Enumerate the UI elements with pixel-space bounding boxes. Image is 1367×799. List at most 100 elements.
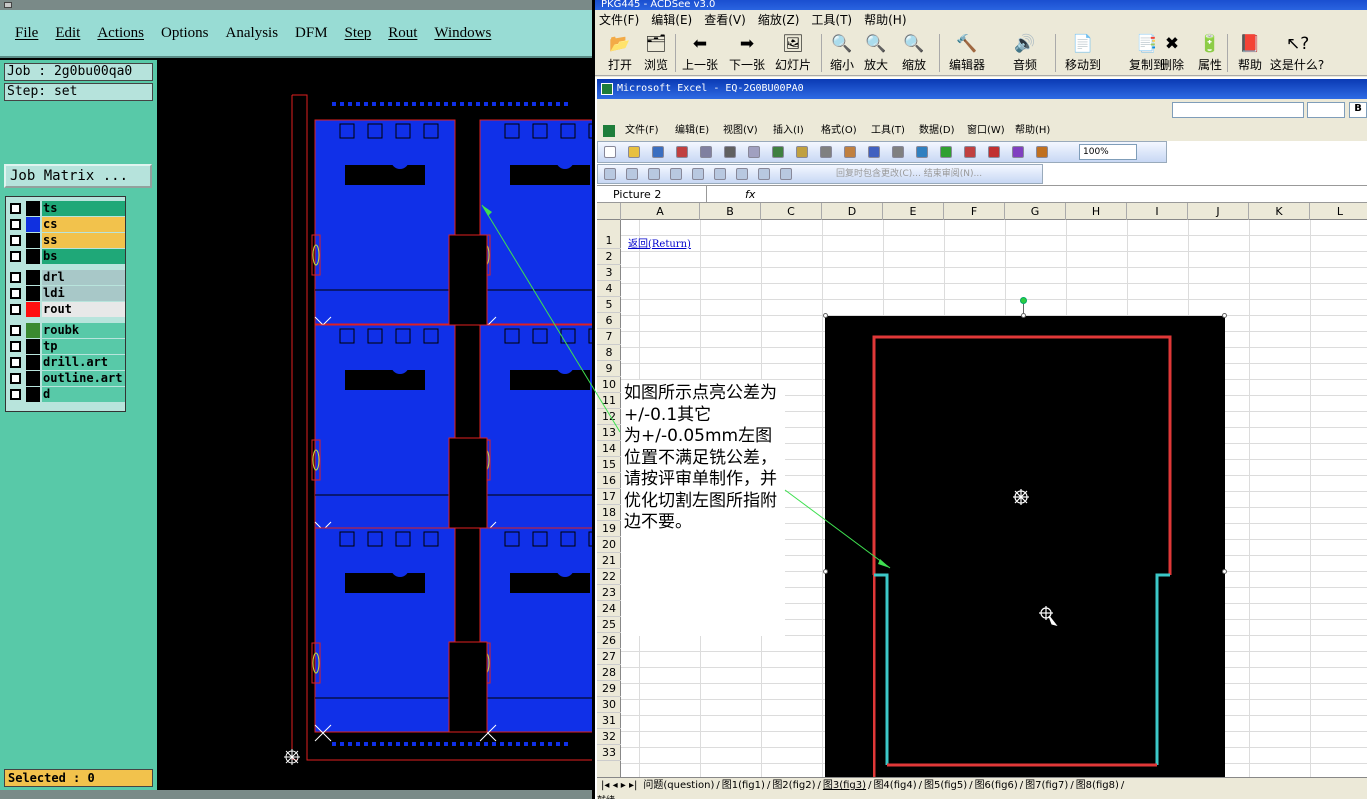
acd-menu-item[interactable]: 缩放(Z)	[758, 10, 800, 30]
layer-row-ldi[interactable]: ldi	[7, 286, 125, 301]
select-all-corner[interactable]	[597, 203, 621, 220]
job-matrix-button[interactable]: Job Matrix ...	[4, 164, 152, 188]
column-header[interactable]: J	[1188, 203, 1249, 220]
resize-handle[interactable]	[1222, 569, 1227, 574]
zoom-button[interactable]: 🔍 缩放	[897, 34, 931, 76]
sheet-tab[interactable]: 图2(fig2)	[770, 778, 817, 793]
excel-menu-item[interactable]: 格式(O)	[821, 121, 857, 141]
properties-button[interactable]: 🔋 属性	[1195, 34, 1225, 76]
sheet-tab[interactable]: 图3(fig3)	[821, 778, 868, 793]
review-icon[interactable]	[780, 168, 792, 180]
layer-checkbox[interactable]	[10, 219, 21, 230]
row-header[interactable]: 10	[597, 377, 621, 393]
toolbar-icon[interactable]	[820, 146, 832, 158]
row-header[interactable]: 16	[597, 473, 621, 489]
acd-menu-item[interactable]: 文件(F)	[599, 10, 639, 30]
row-header[interactable]: 32	[597, 729, 621, 745]
row-header[interactable]: 18	[597, 505, 621, 521]
column-header[interactable]: G	[1005, 203, 1066, 220]
menu-options[interactable]: Options	[161, 25, 209, 42]
excel-menu-item[interactable]: 插入(I)	[773, 121, 804, 141]
delete-button[interactable]: ✖ 删除	[1157, 34, 1187, 76]
bold-button[interactable]: B	[1349, 102, 1367, 118]
column-header[interactable]: H	[1066, 203, 1127, 220]
column-header[interactable]: B	[700, 203, 761, 220]
excel-menu-item[interactable]: 视图(V)	[723, 121, 758, 141]
row-header[interactable]: 33	[597, 745, 621, 761]
excel-menu-item[interactable]: 文件(F)	[625, 121, 659, 141]
row-header[interactable]: 31	[597, 713, 621, 729]
row-header[interactable]: 4	[597, 281, 621, 297]
layer-row-ss[interactable]: ss	[7, 233, 125, 248]
column-header[interactable]: F	[944, 203, 1005, 220]
layer-row-bs[interactable]: bs	[7, 249, 125, 264]
excel-menu-item[interactable]: 数据(D)	[919, 121, 955, 141]
toolbar-icon[interactable]	[652, 146, 664, 158]
row-header[interactable]: 19	[597, 521, 621, 537]
resize-handle[interactable]	[823, 569, 828, 574]
menu-file[interactable]: File	[15, 25, 38, 42]
menu-actions[interactable]: Actions	[97, 25, 144, 42]
excel-menu-item[interactable]: 编辑(E)	[675, 121, 709, 141]
row-header[interactable]: 7	[597, 329, 621, 345]
resize-handle[interactable]	[823, 313, 828, 318]
row-header[interactable]: 5	[597, 297, 621, 313]
menu-dfm[interactable]: DFM	[295, 25, 328, 42]
menu-step[interactable]: Step	[345, 25, 372, 42]
review-toolbar-text[interactable]: 回复时包含更改(C)... 结束审阅(N)...	[836, 165, 982, 183]
sheet-tab[interactable]: 图6(fig6)	[973, 778, 1020, 793]
fx-icon[interactable]: fx	[745, 186, 755, 203]
review-icon[interactable]	[758, 168, 770, 180]
layer-checkbox[interactable]	[10, 203, 21, 214]
toolbar-icon[interactable]	[772, 146, 784, 158]
row-header[interactable]: 11	[597, 393, 621, 409]
layer-row-roubk[interactable]: roubk	[7, 323, 125, 338]
layer-row-cs[interactable]: cs	[7, 217, 125, 232]
row-header[interactable]: 30	[597, 697, 621, 713]
layer-row-rout[interactable]: rout	[7, 302, 125, 317]
toolbar-icon[interactable]	[628, 146, 640, 158]
column-header[interactable]: K	[1249, 203, 1310, 220]
review-icon[interactable]	[736, 168, 748, 180]
layer-row-tp[interactable]: tp	[7, 339, 125, 354]
column-header[interactable]: I	[1127, 203, 1188, 220]
menu-windows[interactable]: Windows	[434, 25, 491, 42]
row-header[interactable]: 21	[597, 553, 621, 569]
layer-checkbox[interactable]	[10, 288, 21, 299]
font-select[interactable]	[1172, 102, 1304, 118]
review-icon[interactable]	[670, 168, 682, 180]
sheet-tab[interactable]: 图1(fig1)	[720, 778, 767, 793]
row-header[interactable]: 26	[597, 633, 621, 649]
move-to-button[interactable]: 📄 移动到	[1063, 34, 1103, 76]
menu-analysis[interactable]: Analysis	[226, 25, 279, 42]
row-header[interactable]: 20	[597, 537, 621, 553]
zoom-select[interactable]: 100%	[1079, 144, 1137, 160]
whats-this-button[interactable]: ↖? 这是什么?	[1267, 34, 1327, 76]
picture-2-image[interactable]	[825, 316, 1225, 777]
row-header[interactable]: 8	[597, 345, 621, 361]
row-header[interactable]: 14	[597, 441, 621, 457]
layer-checkbox[interactable]	[10, 341, 21, 352]
toolbar-icon[interactable]	[604, 146, 616, 158]
menu-edit[interactable]: Edit	[55, 25, 80, 42]
tab-nav-arrows[interactable]: |◂ ◂ ▸ ▸|	[597, 780, 641, 791]
row-header[interactable]: 6	[597, 313, 621, 329]
review-icon[interactable]	[626, 168, 638, 180]
toolbar-icon[interactable]	[700, 146, 712, 158]
acd-menu-item[interactable]: 查看(V)	[704, 10, 746, 30]
toolbar-icon[interactable]	[988, 146, 1000, 158]
layer-row-drl[interactable]: drl	[7, 270, 125, 285]
window-menu-icon[interactable]	[4, 2, 12, 8]
column-header[interactable]: D	[822, 203, 883, 220]
toolbar-icon[interactable]	[964, 146, 976, 158]
sheet-tab[interactable]: 图8(fig8)	[1074, 778, 1121, 793]
review-icon[interactable]	[604, 168, 616, 180]
column-header[interactable]: A	[621, 203, 700, 220]
resize-handle[interactable]	[1222, 313, 1227, 318]
cam-graphics-canvas[interactable]	[157, 60, 592, 790]
layer-row-d[interactable]: d	[7, 387, 125, 402]
layer-row-outline-art[interactable]: outline.art	[7, 371, 125, 386]
toolbar-icon[interactable]	[892, 146, 904, 158]
row-header[interactable]: 24	[597, 601, 621, 617]
row-header[interactable]: 28	[597, 665, 621, 681]
